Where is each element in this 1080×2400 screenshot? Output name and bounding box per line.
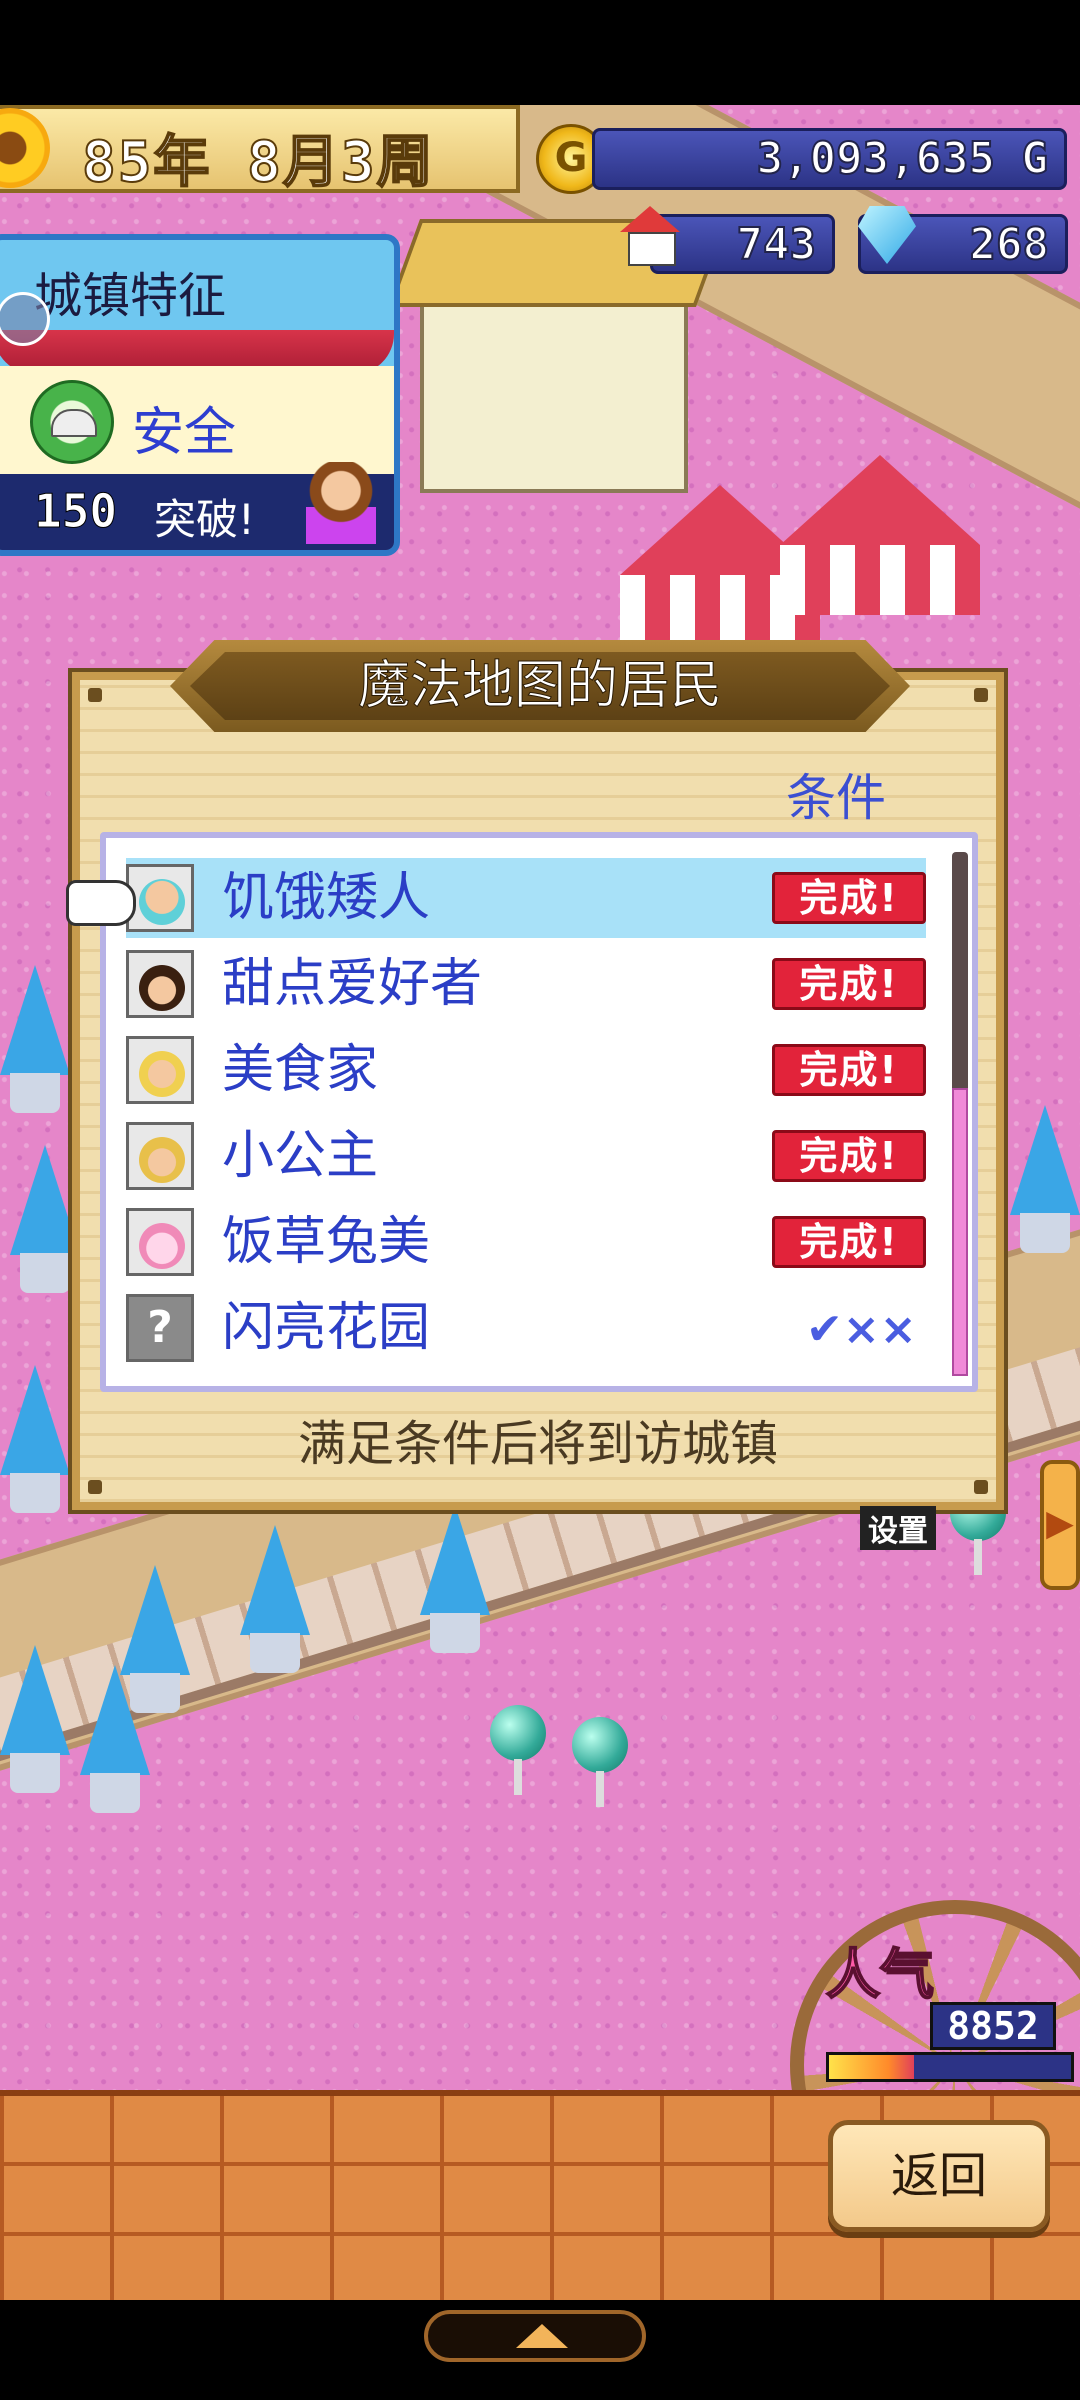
status-badge: 完成! bbox=[772, 1044, 926, 1096]
popularity-meter-fill bbox=[829, 2055, 914, 2079]
blue-tree bbox=[10, 1145, 80, 1295]
town-feature-panel[interactable]: 城镇特征 安全 150 突破! bbox=[0, 234, 400, 556]
list-scrollbar[interactable] bbox=[952, 852, 968, 1376]
gold-counter: 3,093,635 G bbox=[592, 128, 1067, 190]
town-feature-title: 城镇特征 bbox=[34, 268, 227, 324]
resident-row[interactable]: 小公主 完成! bbox=[126, 1116, 926, 1196]
condition-progress: ✔×× bbox=[806, 1304, 917, 1355]
resident-row[interactable]: 美食家 完成! bbox=[126, 1030, 926, 1110]
population-value: 743 bbox=[736, 218, 817, 271]
date-text: 85年 8月3周 bbox=[81, 129, 435, 196]
date-bar: 85年 8月3周 bbox=[0, 105, 520, 196]
status-badge: 完成! bbox=[772, 1130, 926, 1182]
town-trait: 安全 bbox=[132, 403, 237, 463]
up-arrow-icon bbox=[516, 2324, 568, 2348]
resident-row[interactable]: 甜点爱好者 完成! bbox=[126, 944, 926, 1024]
resident-list[interactable]: 饥饿矮人 完成! 甜点爱好者 完成! 美食家 完成! 小公主 完成! 饭草兔美 … bbox=[100, 832, 978, 1392]
blue-tree bbox=[1010, 1105, 1080, 1255]
helmet-icon bbox=[30, 380, 114, 464]
blue-tree bbox=[0, 1645, 70, 1795]
blue-tree bbox=[420, 1505, 490, 1655]
house-icon bbox=[620, 206, 680, 266]
lollipop-tree bbox=[572, 1717, 628, 1807]
resident-avatar bbox=[126, 1208, 194, 1276]
status-badge: 完成! bbox=[772, 1216, 926, 1268]
lollipop-tree bbox=[490, 1705, 546, 1795]
popularity-value: 8852 bbox=[930, 2002, 1056, 2050]
setting-tag[interactable]: 设置 bbox=[860, 1506, 936, 1550]
resident-row[interactable]: 饭草兔美 完成! bbox=[126, 1202, 926, 1282]
milestone-number: 150 bbox=[33, 484, 118, 539]
popularity-label: 人气 bbox=[825, 1942, 935, 2007]
resident-name: 甜点爱好者 bbox=[222, 954, 483, 1014]
blue-tree bbox=[80, 1665, 150, 1815]
gem-value: 268 bbox=[969, 218, 1050, 271]
status-badge: 完成! bbox=[772, 872, 926, 924]
resident-name: 美食家 bbox=[222, 1040, 379, 1100]
unknown-avatar: ? bbox=[126, 1294, 194, 1362]
condition-header: 条件 bbox=[786, 769, 886, 827]
mansion-building[interactable] bbox=[387, 219, 729, 493]
resident-avatar bbox=[126, 1122, 194, 1190]
resident-row[interactable]: ? 闪亮花园 ✔×× bbox=[126, 1288, 926, 1368]
resident-name: 饥饿矮人 bbox=[222, 868, 431, 928]
resident-avatar bbox=[126, 864, 194, 932]
blue-tree bbox=[0, 1365, 70, 1515]
resident-avatar bbox=[126, 1036, 194, 1104]
resident-name: 闪亮花园 bbox=[222, 1298, 431, 1358]
back-button[interactable]: 返回 bbox=[828, 2120, 1050, 2232]
resident-row[interactable]: 饥饿矮人 完成! bbox=[126, 858, 926, 938]
menu-handle-button[interactable] bbox=[424, 2310, 646, 2362]
gold-value: 3,093,635 G bbox=[756, 132, 1049, 185]
dialog-footer-text: 满足条件后将到访城镇 bbox=[297, 1416, 778, 1472]
side-expand-arrow[interactable]: ▶ bbox=[1040, 1460, 1080, 1590]
blue-tree bbox=[0, 965, 70, 1115]
status-badge: 完成! bbox=[772, 958, 926, 1010]
resident-avatar bbox=[126, 950, 194, 1018]
pointer-hand-icon bbox=[66, 880, 136, 926]
dialog-title: 魔法地图的居民 bbox=[357, 656, 722, 717]
circus-tent[interactable] bbox=[780, 455, 980, 615]
resident-name: 饭草兔美 bbox=[222, 1212, 431, 1272]
blue-tree bbox=[240, 1525, 310, 1675]
popularity-meter bbox=[826, 2052, 1074, 2082]
resident-name: 小公主 bbox=[222, 1126, 379, 1186]
scrollbar-thumb[interactable] bbox=[952, 1087, 968, 1376]
resident-avatar bbox=[306, 462, 376, 544]
milestone-text: 突破! bbox=[154, 495, 255, 544]
top-black-band bbox=[0, 0, 1080, 105]
